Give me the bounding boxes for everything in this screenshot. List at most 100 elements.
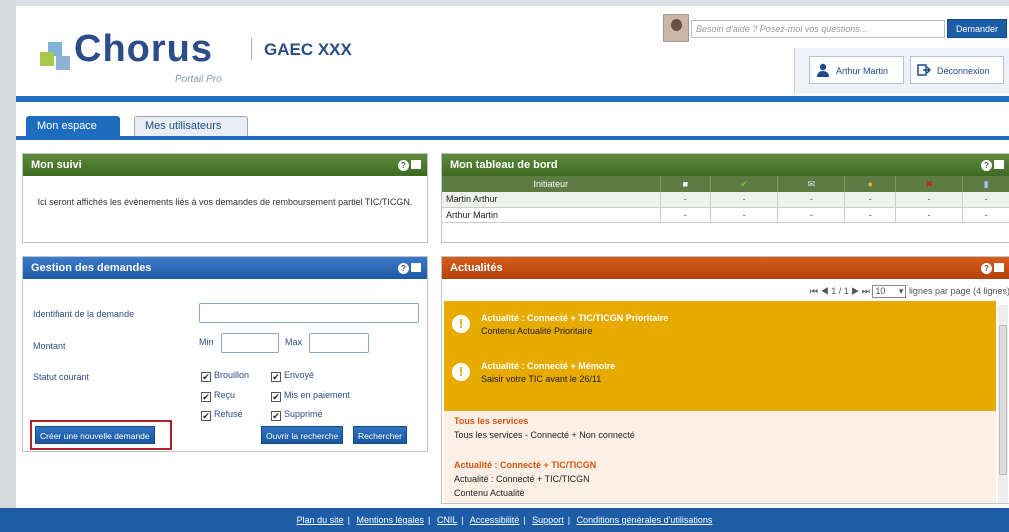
table-cell: - xyxy=(895,207,964,223)
panel-title: Actualités xyxy=(450,262,503,274)
news-text: Tous les services - Connecté + Non conne… xyxy=(454,430,635,440)
help-icon[interactable]: ? xyxy=(398,263,409,274)
header-separator xyxy=(251,38,252,60)
search-button[interactable]: Rechercher xyxy=(353,426,407,444)
check-icon: ✔ xyxy=(201,392,211,402)
check-icon: ✔ xyxy=(271,392,281,402)
table-cell: - xyxy=(777,192,846,208)
news-title[interactable]: Tous les services xyxy=(454,416,528,426)
column-header-refuse[interactable]: ✖ xyxy=(895,176,964,192)
table-row[interactable]: Martin Arthur - - - - - - xyxy=(442,192,1009,208)
statut-label: Statut courant xyxy=(33,372,90,382)
footer-link-cgu[interactable]: Conditions générales d'utilisations xyxy=(577,515,713,525)
cancel-icon: ✖ xyxy=(925,178,933,189)
column-header-envoye[interactable]: ✔ xyxy=(710,176,779,192)
column-header-paiement[interactable]: ● xyxy=(844,176,897,192)
help-assistant: Besoin d'aide ? Posez-moi vos questions.… xyxy=(659,14,1009,42)
column-header-brouillon[interactable]: ■ xyxy=(660,176,712,192)
panel-title: Mon tableau de bord xyxy=(450,159,558,171)
check-icon: ✔ xyxy=(271,372,281,382)
user-name: Arthur Martin xyxy=(836,66,889,76)
minimize-icon[interactable] xyxy=(411,263,421,272)
user-profile-button[interactable]: Arthur Martin xyxy=(809,56,904,84)
column-header-initiateur[interactable]: Initiateur xyxy=(442,176,661,192)
chevron-down-icon: ▾ xyxy=(898,286,904,296)
max-label: Max xyxy=(285,337,303,347)
coins-icon: ● xyxy=(867,179,873,189)
panel-header: Mon suivi ? xyxy=(23,154,427,176)
footer-link-accessibilite[interactable]: Accessibilité xyxy=(470,515,520,525)
logo-square xyxy=(40,52,54,66)
row-initiateur: Martin Arthur xyxy=(442,192,661,208)
last-page-icon[interactable]: ⏭ xyxy=(862,286,870,296)
montant-min-input[interactable] xyxy=(221,333,279,353)
table-cell: - xyxy=(895,192,964,208)
checkbox-mis-en-paiement[interactable]: ✔ Mis en paiement xyxy=(271,390,350,402)
open-search-button[interactable]: Ouvrir la recherche xyxy=(261,426,344,444)
tab-mes-utilisateurs[interactable]: Mes utilisateurs xyxy=(134,116,248,136)
next-page-icon[interactable]: ▶ xyxy=(851,286,859,296)
checkbox-label: Reçu xyxy=(214,390,236,400)
montant-max-input[interactable] xyxy=(309,333,369,353)
panel-mon-suivi: Mon suivi ? Ici seront affichés les évèn… xyxy=(22,153,428,243)
rows-per-page-value: 10 xyxy=(875,286,886,296)
checkbox-refuse[interactable]: ✔ Refusé xyxy=(201,409,243,421)
minimize-icon[interactable] xyxy=(994,263,1004,272)
footer-link-cnil[interactable]: CNIL xyxy=(437,515,458,525)
panel-title: Mon suivi xyxy=(31,159,82,171)
logout-icon xyxy=(917,64,931,76)
suivi-message: Ici seront affichés les évènements liés … xyxy=(37,197,413,207)
create-request-button[interactable]: Créer une nouvelle demande xyxy=(35,426,155,444)
news-text: Contenu Actualité Prioritaire xyxy=(481,326,593,336)
footer-link-support[interactable]: Support xyxy=(532,515,564,525)
montant-label: Montant xyxy=(33,341,66,351)
checkbox-recu[interactable]: ✔ Reçu xyxy=(201,390,235,402)
panel-gestion-demandes: Gestion des demandes ? Identifiant de la… xyxy=(22,256,428,452)
priority-news-block: ! Actualité : Connecté + TIC/TICGN Prior… xyxy=(444,301,996,411)
table-cell: - xyxy=(962,192,1009,208)
row-initiateur: Arthur Martin xyxy=(442,207,661,223)
news-title: Actualité : Connecté + TIC/TICGN Priorit… xyxy=(481,313,669,323)
id-label: Identifiant de la demande xyxy=(33,309,135,319)
chorus-logo[interactable]: Chorus Portail Pro xyxy=(40,26,260,86)
logout-button[interactable]: Déconnexion xyxy=(910,56,1004,84)
table-row[interactable]: Arthur Martin - - - - - - xyxy=(442,207,1009,223)
checkbox-envoye[interactable]: ✔ Envoyé xyxy=(271,370,314,382)
minimize-icon[interactable] xyxy=(411,160,421,169)
news-scrollbar[interactable] xyxy=(998,305,1008,503)
scrollbar-thumb[interactable] xyxy=(999,325,1007,475)
check-icon: ✔ xyxy=(201,372,211,382)
company-name: GAEC XXX xyxy=(264,40,352,59)
news-title: Actualité : Connecté + Mémoire xyxy=(481,361,616,371)
rows-per-page-select[interactable]: 10 ▾ xyxy=(872,285,907,298)
check-icon: ✔ xyxy=(201,411,211,421)
table-cell: - xyxy=(710,207,779,223)
first-page-icon[interactable]: ⏮ xyxy=(810,286,818,296)
table-cell: - xyxy=(844,192,897,208)
dashboard-table: Initiateur ■ ✔ ✉ ● ✖ ▮ Martin Arthur - -… xyxy=(442,176,1009,223)
prev-page-icon[interactable]: ◀ xyxy=(821,286,829,296)
footer-link-mentions[interactable]: Mentions légales xyxy=(357,515,425,525)
user-box: Arthur Martin Déconnexion xyxy=(794,48,1009,94)
ask-button[interactable]: Demander xyxy=(947,19,1007,38)
user-icon xyxy=(817,63,829,77)
help-question-input[interactable]: Besoin d'aide ? Posez-moi vos questions.… xyxy=(691,20,945,38)
assistant-avatar xyxy=(663,14,689,42)
help-icon[interactable]: ? xyxy=(981,263,992,274)
minimize-icon[interactable] xyxy=(994,160,1004,169)
help-icon[interactable]: ? xyxy=(398,160,409,171)
news-title[interactable]: Actualité : Connecté + TIC/TICGN xyxy=(454,460,596,470)
panel-header: Gestion des demandes ? xyxy=(23,257,427,279)
column-header-recu[interactable]: ✉ xyxy=(777,176,846,192)
checkbox-supprime[interactable]: ✔ Supprimé xyxy=(271,409,323,421)
checkbox-brouillon[interactable]: ✔ Brouillon xyxy=(201,370,249,382)
footer-link-plan[interactable]: Plan du site xyxy=(297,515,344,525)
checkbox-label: Mis en paiement xyxy=(284,390,351,400)
page-footer: Plan du site | Mentions légales | CNIL | Ac… xyxy=(0,508,1009,532)
checkbox-label: Supprimé xyxy=(284,409,323,419)
request-id-input[interactable] xyxy=(199,303,419,323)
mail-icon: ✉ xyxy=(807,178,816,189)
tab-mon-espace[interactable]: Mon espace xyxy=(26,116,120,136)
column-header-supprime[interactable]: ▮ xyxy=(962,176,1009,192)
help-icon[interactable]: ? xyxy=(981,160,992,171)
